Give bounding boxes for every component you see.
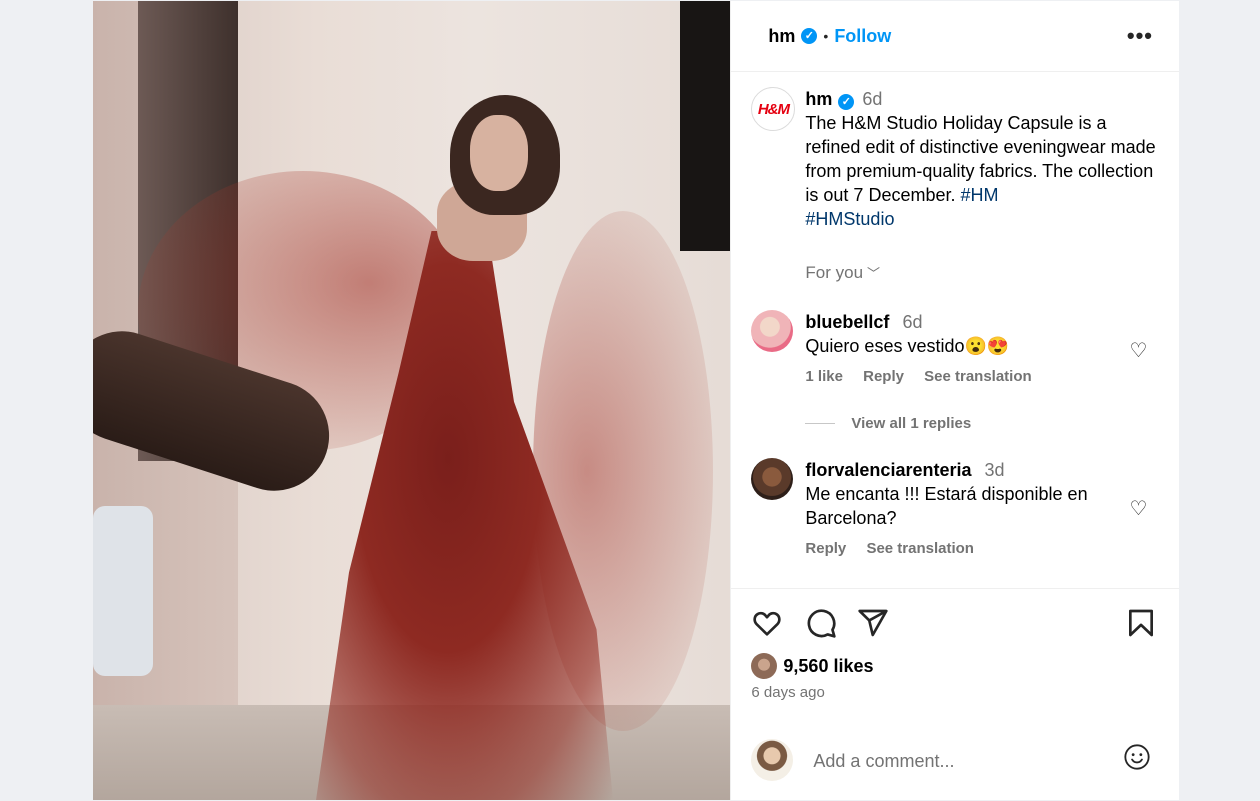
heart-icon[interactable]: ♡ — [1129, 496, 1147, 521]
caption-username[interactable]: hm — [805, 89, 832, 109]
heart-icon[interactable] — [751, 607, 783, 639]
likes-count: 9,560 likes — [783, 655, 874, 676]
comment-item: florvalenciarenteria 3d Me encanta !!! E… — [751, 458, 1161, 557]
comment-item: bluebellcf 6d Quiero eses vestido😮😍 1 li… — [751, 310, 1161, 385]
post-photo[interactable] — [93, 1, 731, 800]
comment-username[interactable]: florvalenciarenteria — [805, 460, 971, 480]
verified-icon: ✓ — [838, 94, 855, 110]
emoji-icon[interactable] — [1123, 743, 1151, 771]
chevron-down-icon: ﹀ — [867, 266, 881, 281]
comment-text: Me encanta !!! Estará disponible en Barc… — [805, 484, 1088, 528]
avatar — [751, 653, 778, 679]
more-icon[interactable]: ••• — [1127, 23, 1153, 49]
comment-text: Quiero eses vestido😮😍 — [805, 336, 1010, 356]
see-translation-button[interactable]: See translation — [924, 368, 1032, 385]
likes-summary[interactable]: 9,560 likes — [751, 653, 874, 679]
view-replies-label: View all 1 replies — [851, 415, 972, 432]
avatar[interactable] — [751, 458, 794, 500]
reply-button[interactable]: Reply — [805, 540, 846, 557]
post-timestamp[interactable]: 6 days ago — [751, 684, 824, 701]
photo-model-face — [470, 115, 528, 191]
post-header: hm ✓ • Follow ••• — [731, 1, 1179, 72]
verified-icon: ✓ — [801, 28, 818, 44]
bookmark-icon[interactable] — [1125, 607, 1157, 639]
comment-input[interactable] — [811, 750, 1096, 773]
post-side-panel: hm ✓ • Follow ••• H&M hm ✓ 6d The H&M Stud… — [730, 1, 1180, 801]
photo-frame — [680, 1, 731, 251]
post-actions: 9,560 likes 6 days ago — [731, 588, 1180, 801]
post-dialog: hm ✓ • Follow ••• H&M hm ✓ 6d The H&M Stud… — [93, 1, 1180, 801]
photo-foreground-cuff — [93, 506, 153, 676]
hashtag-link[interactable]: #HMStudio — [805, 209, 894, 229]
comment-likes[interactable]: 1 like — [805, 368, 843, 385]
for-you-label: For you — [805, 263, 864, 282]
separator-dot: • — [823, 28, 829, 44]
caption-time[interactable]: 6d — [862, 89, 882, 109]
avatar — [751, 739, 794, 781]
share-icon[interactable] — [857, 607, 889, 639]
hm-avatar[interactable]: H&M — [751, 87, 796, 131]
comment-time[interactable]: 6d — [902, 312, 922, 332]
add-comment-bar — [751, 739, 1161, 783]
for-you-dropdown[interactable]: For you ﹀ — [805, 263, 880, 283]
heart-icon[interactable]: ♡ — [1129, 338, 1147, 363]
follow-button[interactable]: Follow — [834, 26, 891, 47]
post-caption: H&M hm ✓ 6d The H&M Studio Holiday Capsule… — [751, 87, 1161, 231]
see-translation-button[interactable]: See translation — [866, 540, 974, 557]
comment-username[interactable]: bluebellcf — [805, 312, 889, 332]
avatar[interactable] — [751, 310, 794, 352]
header-username[interactable]: hm — [768, 26, 795, 47]
divider — [805, 423, 836, 424]
comment-icon[interactable] — [805, 607, 837, 639]
comment-time[interactable]: 3d — [985, 460, 1005, 480]
reply-button[interactable]: Reply — [863, 368, 904, 385]
view-replies-button[interactable]: View all 1 replies — [805, 415, 971, 432]
hashtag-link[interactable]: #HM — [960, 185, 998, 205]
action-icons — [751, 607, 1161, 643]
